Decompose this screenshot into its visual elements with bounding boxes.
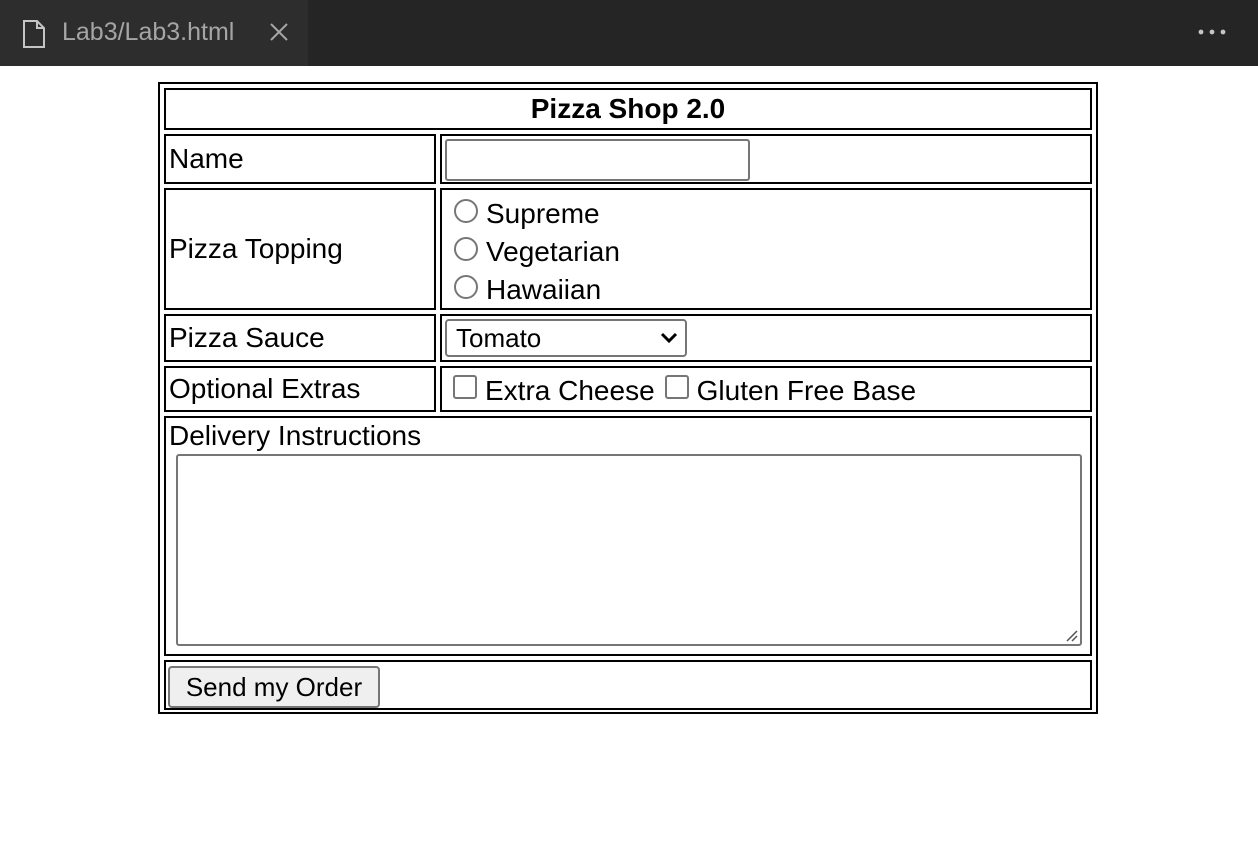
- sauce-label: Pizza Sauce: [164, 314, 436, 362]
- radio-button[interactable]: [454, 275, 478, 299]
- extras-cell: Extra Cheese Gluten Free Base: [440, 366, 1092, 412]
- sauce-selected-value: Tomato: [456, 322, 542, 353]
- resize-grip-icon[interactable]: [1064, 628, 1078, 642]
- radio-button[interactable]: [454, 237, 478, 261]
- topping-label-supreme: Supreme: [486, 198, 600, 229]
- tab-title: Lab3/Lab3.html: [62, 18, 235, 46]
- extra-cheese-label: Extra Cheese: [485, 375, 655, 406]
- extras-label: Optional Extras: [164, 366, 436, 412]
- topping-label-hawaiian: Hawaiian: [486, 274, 602, 305]
- gluten-free-option[interactable]: Gluten Free Base: [664, 375, 917, 407]
- send-order-button[interactable]: Send my Order: [168, 666, 380, 708]
- name-cell: [440, 134, 1092, 184]
- topping-cell: Supreme Vegetarian Hawaiian: [440, 188, 1092, 310]
- topping-option-supreme[interactable]: Supreme: [454, 197, 600, 231]
- topping-label: Pizza Topping: [164, 188, 436, 310]
- sauce-cell: Tomato: [440, 314, 1092, 362]
- order-form-table: Pizza Shop 2.0 Name Pizza Topping Suprem…: [158, 82, 1098, 714]
- more-actions-icon[interactable]: [1197, 22, 1227, 42]
- file-icon: [23, 20, 45, 48]
- chevron-down-icon: [660, 332, 678, 344]
- checkbox[interactable]: [453, 375, 477, 399]
- topping-option-vegetarian[interactable]: Vegetarian: [454, 235, 620, 269]
- checkbox[interactable]: [664, 375, 689, 399]
- delivery-label: Delivery Instructions: [169, 420, 422, 451]
- radio-button[interactable]: [454, 199, 478, 223]
- extra-cheese-option[interactable]: Extra Cheese: [453, 375, 655, 407]
- editor-tab-bar: Lab3/Lab3.html: [0, 0, 1258, 66]
- name-label: Name: [164, 134, 436, 184]
- submit-cell: Send my Order: [164, 660, 1092, 710]
- delivery-instructions-textarea[interactable]: [176, 454, 1082, 646]
- close-icon[interactable]: [268, 21, 290, 43]
- extras-options: Extra Cheese Gluten Free Base: [453, 372, 926, 410]
- delivery-cell: Delivery Instructions: [164, 416, 1092, 656]
- gluten-free-label: Gluten Free Base: [696, 375, 917, 406]
- sauce-select[interactable]: Tomato: [445, 319, 687, 357]
- topping-label-vegetarian: Vegetarian: [486, 236, 620, 267]
- editor-tab[interactable]: Lab3/Lab3.html: [0, 0, 308, 66]
- form-title: Pizza Shop 2.0: [164, 88, 1092, 130]
- name-input[interactable]: [445, 139, 750, 181]
- topping-option-hawaiian[interactable]: Hawaiian: [454, 273, 601, 307]
